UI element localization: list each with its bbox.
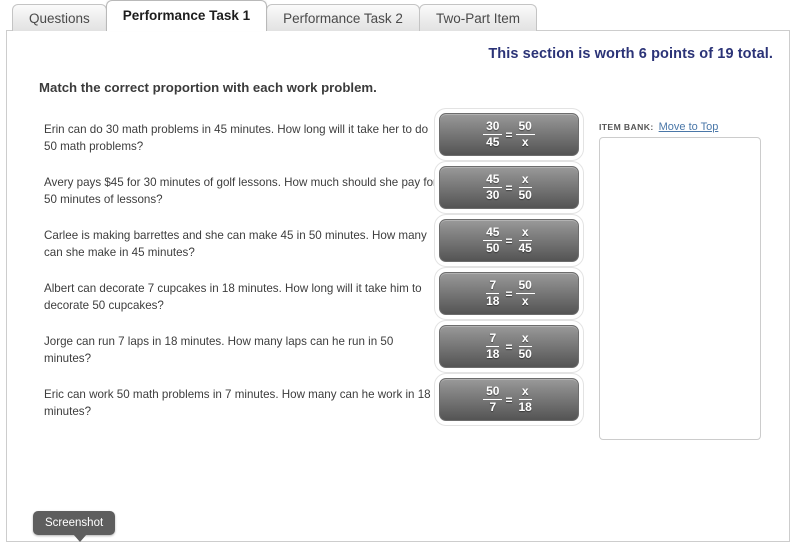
- tab-performance-task-1[interactable]: Performance Task 1: [105, 0, 268, 31]
- right-denominator: x: [521, 135, 529, 149]
- proportion-tile[interactable]: 45 30 = x 50: [439, 166, 579, 209]
- tab-two-part-item[interactable]: Two-Part Item: [418, 4, 537, 31]
- right-numerator: x: [518, 332, 532, 347]
- item-bank: ITEM BANK: Move to Top: [599, 121, 761, 440]
- proportion-equation: 50 7 = x 18: [483, 385, 535, 414]
- left-denominator: 45: [486, 135, 500, 149]
- left-numerator: 7: [486, 332, 500, 347]
- right-fraction: x 50: [516, 173, 535, 202]
- item-bank-label: ITEM BANK:: [599, 122, 654, 132]
- proportion-tile[interactable]: 30 45 = 50 x: [439, 113, 579, 156]
- question-row: Avery pays $45 for 30 minutes of golf le…: [7, 166, 592, 219]
- answer-drop-slot[interactable]: 45 50 = x 45: [439, 219, 584, 262]
- proportion-equation: 7 18 = 50 x: [483, 279, 535, 308]
- question-row: Eric can work 50 math problems in 7 minu…: [7, 378, 592, 431]
- right-fraction: 50 x: [515, 120, 535, 149]
- answer-drop-slot[interactable]: 45 30 = x 50: [439, 166, 584, 209]
- content-panel: This section is worth 6 points of 19 tot…: [6, 30, 790, 542]
- left-fraction: 30 45: [483, 120, 503, 149]
- proportion-equation: 45 30 = x 50: [483, 173, 535, 202]
- right-numerator: 50: [515, 279, 535, 294]
- left-denominator: 18: [486, 347, 500, 361]
- left-denominator: 7: [489, 400, 497, 414]
- equals-sign: =: [505, 180, 513, 195]
- question-row: Jorge can run 7 laps in 18 minutes. How …: [7, 325, 592, 378]
- equals-sign: =: [505, 233, 513, 248]
- proportion-equation: 30 45 = 50 x: [483, 120, 535, 149]
- left-denominator: 50: [486, 241, 500, 255]
- answer-drop-slot[interactable]: 7 18 = x 50: [439, 325, 584, 368]
- left-fraction: 50 7: [483, 385, 503, 414]
- question-row: Carlee is making barrettes and she can m…: [7, 219, 592, 272]
- right-denominator: 45: [518, 241, 532, 255]
- proportion-tile[interactable]: 7 18 = x 50: [439, 325, 579, 368]
- question-text: Jorge can run 7 laps in 18 minutes. How …: [44, 335, 394, 365]
- question-text: Avery pays $45 for 30 minutes of golf le…: [44, 176, 437, 206]
- section-points-banner: This section is worth 6 points of 19 tot…: [488, 46, 773, 62]
- answer-drop-slot[interactable]: 50 7 = x 18: [439, 378, 584, 421]
- answer-drop-slot[interactable]: 7 18 = 50 x: [439, 272, 584, 315]
- equals-sign: =: [505, 286, 513, 301]
- left-fraction: 7 18: [483, 279, 502, 308]
- question-text: Eric can work 50 math problems in 7 minu…: [44, 388, 431, 418]
- right-denominator: 18: [518, 400, 532, 414]
- right-fraction: x 45: [516, 226, 535, 255]
- question-row: Erin can do 30 math problems in 45 minut…: [7, 113, 592, 166]
- right-numerator: x: [518, 385, 532, 400]
- right-denominator: x: [521, 294, 529, 308]
- proportion-tile[interactable]: 7 18 = 50 x: [439, 272, 579, 315]
- move-to-top-link[interactable]: Move to Top: [659, 121, 719, 133]
- proportion-equation: 45 50 = x 45: [483, 226, 535, 255]
- left-numerator: 7: [486, 279, 500, 294]
- item-bank-header: ITEM BANK: Move to Top: [599, 121, 761, 133]
- question-row: Albert can decorate 7 cupcakes in 18 min…: [7, 272, 592, 325]
- right-fraction: x 50: [516, 332, 535, 361]
- left-denominator: 18: [486, 294, 500, 308]
- left-numerator: 45: [483, 173, 503, 188]
- right-fraction: x 18: [516, 385, 535, 414]
- answer-drop-slot[interactable]: 30 45 = 50 x: [439, 113, 584, 156]
- left-numerator: 45: [483, 226, 503, 241]
- equals-sign: =: [505, 392, 513, 407]
- proportion-tile[interactable]: 45 50 = x 45: [439, 219, 579, 262]
- left-fraction: 7 18: [483, 332, 502, 361]
- left-denominator: 30: [486, 188, 500, 202]
- item-bank-dropzone[interactable]: [599, 137, 761, 440]
- equals-sign: =: [505, 339, 513, 354]
- instruction-heading: Match the correct proportion with each w…: [39, 80, 377, 95]
- left-fraction: 45 50: [483, 226, 503, 255]
- proportion-equation: 7 18 = x 50: [483, 332, 535, 361]
- right-numerator: 50: [515, 120, 535, 135]
- proportion-tile[interactable]: 50 7 = x 18: [439, 378, 579, 421]
- question-text: Carlee is making barrettes and she can m…: [44, 229, 427, 259]
- tab-questions[interactable]: Questions: [12, 4, 107, 31]
- right-denominator: 50: [518, 188, 532, 202]
- tab-performance-task-2[interactable]: Performance Task 2: [266, 4, 420, 31]
- question-text: Albert can decorate 7 cupcakes in 18 min…: [44, 282, 422, 312]
- left-numerator: 50: [483, 385, 503, 400]
- question-text: Erin can do 30 math problems in 45 minut…: [44, 123, 429, 153]
- left-numerator: 30: [483, 120, 503, 135]
- right-denominator: 50: [518, 347, 532, 361]
- right-numerator: x: [518, 226, 532, 241]
- equals-sign: =: [505, 127, 513, 142]
- left-fraction: 45 30: [483, 173, 503, 202]
- tab-strip: Questions Performance Task 1 Performance…: [0, 0, 800, 31]
- question-rows: Erin can do 30 math problems in 45 minut…: [7, 113, 592, 431]
- screenshot-button[interactable]: Screenshot: [33, 511, 116, 542]
- right-fraction: 50 x: [515, 279, 535, 308]
- right-numerator: x: [518, 173, 532, 188]
